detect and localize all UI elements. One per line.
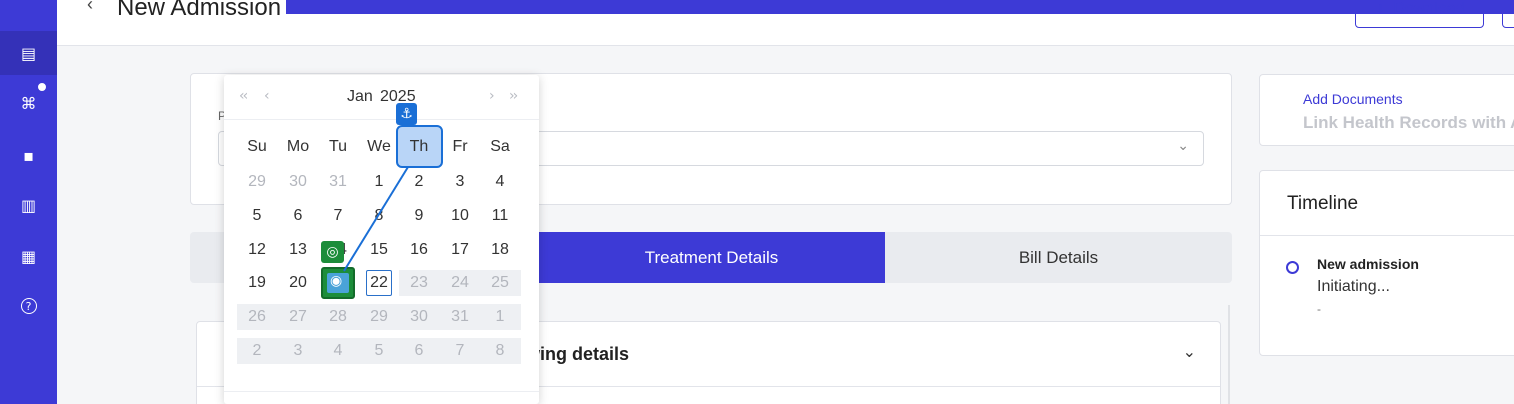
calendar-day[interactable]: 27 (278, 304, 318, 330)
next-month-icon[interactable]: › (489, 88, 494, 104)
building-icon: ▥ (20, 195, 37, 215)
calendar-day[interactable]: 5 (359, 338, 399, 364)
weekday-label: Mo (286, 138, 310, 155)
calendar-day[interactable]: 17 (440, 237, 480, 263)
calendar-day[interactable]: 4 (480, 169, 520, 195)
next-year-icon[interactable]: ›› (509, 88, 518, 104)
calendar-day[interactable]: 8 (359, 203, 399, 229)
date-picker-footer (224, 391, 539, 392)
calendar-day[interactable]: 15 (359, 237, 399, 263)
calendar-day[interactable]: 11 (480, 203, 520, 229)
calendar-day[interactable]: 8 (480, 338, 520, 364)
timeline-status: Initiating... (1317, 278, 1390, 295)
calendar-day[interactable]: 10 (440, 203, 480, 229)
calendar-day[interactable]: 24 (440, 270, 480, 296)
weekday-label: Th (409, 138, 429, 155)
divider (1260, 235, 1514, 236)
calendar-month[interactable]: Jan (347, 88, 373, 106)
calendar-day[interactable]: 18 (480, 237, 520, 263)
more-button[interactable] (1502, 0, 1514, 28)
link-health-records[interactable]: Link Health Records with A (1303, 113, 1514, 133)
weekday-label: Su (247, 138, 267, 155)
calendar-day[interactable]: 6 (399, 338, 439, 364)
chevron-down-icon[interactable]: ⌄ (1183, 342, 1196, 361)
selected-date-marker[interactable]: ◉ (321, 267, 355, 299)
calendar-day[interactable]: 6 (278, 203, 318, 229)
download-icon: ⇩ (1374, 1, 1386, 17)
calendar-day[interactable]: 2 (399, 169, 439, 195)
documents-card: Add Documents Link Health Records with A (1259, 74, 1514, 146)
document-icon: ▤ (20, 43, 37, 63)
anchor-icon: ⚓ (396, 103, 417, 125)
calendar-day[interactable]: 2 (237, 338, 277, 364)
timeline-event: New admission (1317, 256, 1419, 272)
chevron-down-icon: ⌄ (1177, 138, 1189, 154)
sidebar: ▤ ⌘ ▪ ▥ ▦ ? (0, 0, 57, 404)
calendar-day[interactable]: 31 (440, 304, 480, 330)
weekday-label: We (367, 138, 391, 155)
calendar-day[interactable]: 30 (278, 169, 318, 195)
tab-treatment-details[interactable]: Treatment Details (538, 232, 885, 283)
nav-add-widget[interactable]: ▪ (0, 133, 57, 177)
divider (1228, 305, 1230, 404)
calendar-day-today[interactable]: 22 (366, 270, 392, 296)
page-title: New Admission (117, 0, 282, 21)
calendar-day[interactable]: 7 (318, 203, 358, 229)
calendar-day[interactable]: 23 (399, 270, 439, 296)
command-icon: ⌘ (20, 93, 37, 113)
download-label: Download (1393, 0, 1465, 17)
banner-strip (286, 0, 1514, 14)
calendar-day[interactable]: 29 (237, 169, 277, 195)
nav-command[interactable]: ⌘ (0, 81, 57, 125)
calendar-day[interactable]: 20 (278, 270, 318, 296)
add-documents-link[interactable]: Add Documents (1303, 91, 1403, 107)
calendar-day[interactable]: 13 (278, 237, 318, 263)
hierarchy-icon: ▦ (20, 246, 37, 266)
weekday-label: Sa (490, 138, 510, 155)
calendar-day[interactable]: 25 (480, 270, 520, 296)
calendar-day[interactable]: 5 (237, 203, 277, 229)
calendar-day[interactable]: 9 (399, 203, 439, 229)
calendar-day[interactable]: 26 (237, 304, 277, 330)
prev-month-icon[interactable]: ‹ (264, 88, 269, 104)
weekday-label: Tu (328, 138, 348, 155)
download-button[interactable]: ⇩ Download (1355, 0, 1484, 28)
help-icon: ? (20, 298, 37, 314)
calendar-day[interactable]: 16 (399, 237, 439, 263)
timeline-card: Timeline New admission Initiating... - (1259, 170, 1514, 356)
prev-year-icon[interactable]: ‹‹ (239, 88, 248, 104)
calendar-day[interactable]: 30 (399, 304, 439, 330)
calendar-day[interactable]: 1 (359, 169, 399, 195)
notification-dot (36, 81, 48, 93)
calendar-day[interactable]: 19 (237, 270, 277, 296)
timeline-title: Timeline (1287, 193, 1359, 214)
weekday-label: Fr (452, 138, 468, 155)
target-icon: ◉ (330, 273, 343, 289)
calendar-day[interactable]: 28 (318, 304, 358, 330)
date-picker: ‹‹ ‹ Jan 2025 › ›› Su Mo Tu We Th Fr Sa 29 30 31… (224, 75, 539, 404)
date-picker-header: ‹‹ ‹ Jan 2025 › ›› (224, 75, 539, 120)
back-icon[interactable]: ‹ (87, 0, 93, 15)
nav-building[interactable]: ▥ (0, 183, 57, 227)
target-icon: ◎ (321, 241, 344, 263)
calendar-day[interactable]: 31 (318, 169, 358, 195)
add-widget-icon: ▪ (23, 145, 34, 165)
tab-label: Treatment Details (644, 247, 779, 267)
calendar-day[interactable]: 7 (440, 338, 480, 364)
nav-documents[interactable]: ▤ (0, 31, 57, 75)
tab-bill-details[interactable]: Bill Details (885, 232, 1232, 283)
calendar-day[interactable]: 4 (318, 338, 358, 364)
nav-hierarchy[interactable]: ▦ (0, 234, 57, 278)
timeline-detail: - (1317, 302, 1321, 316)
calendar-day[interactable]: 29 (359, 304, 399, 330)
calendar-day[interactable]: 3 (440, 169, 480, 195)
top-bar: ‹ New Admission ⇩ Download (57, 0, 1514, 46)
calendar-day[interactable]: 1 (480, 304, 520, 330)
tab-label: Bill Details (1018, 247, 1099, 267)
nav-help[interactable]: ? (0, 284, 57, 328)
timeline-dot-icon (1286, 261, 1299, 274)
calendar-day[interactable]: 3 (278, 338, 318, 364)
calendar-day[interactable]: 12 (237, 237, 277, 263)
